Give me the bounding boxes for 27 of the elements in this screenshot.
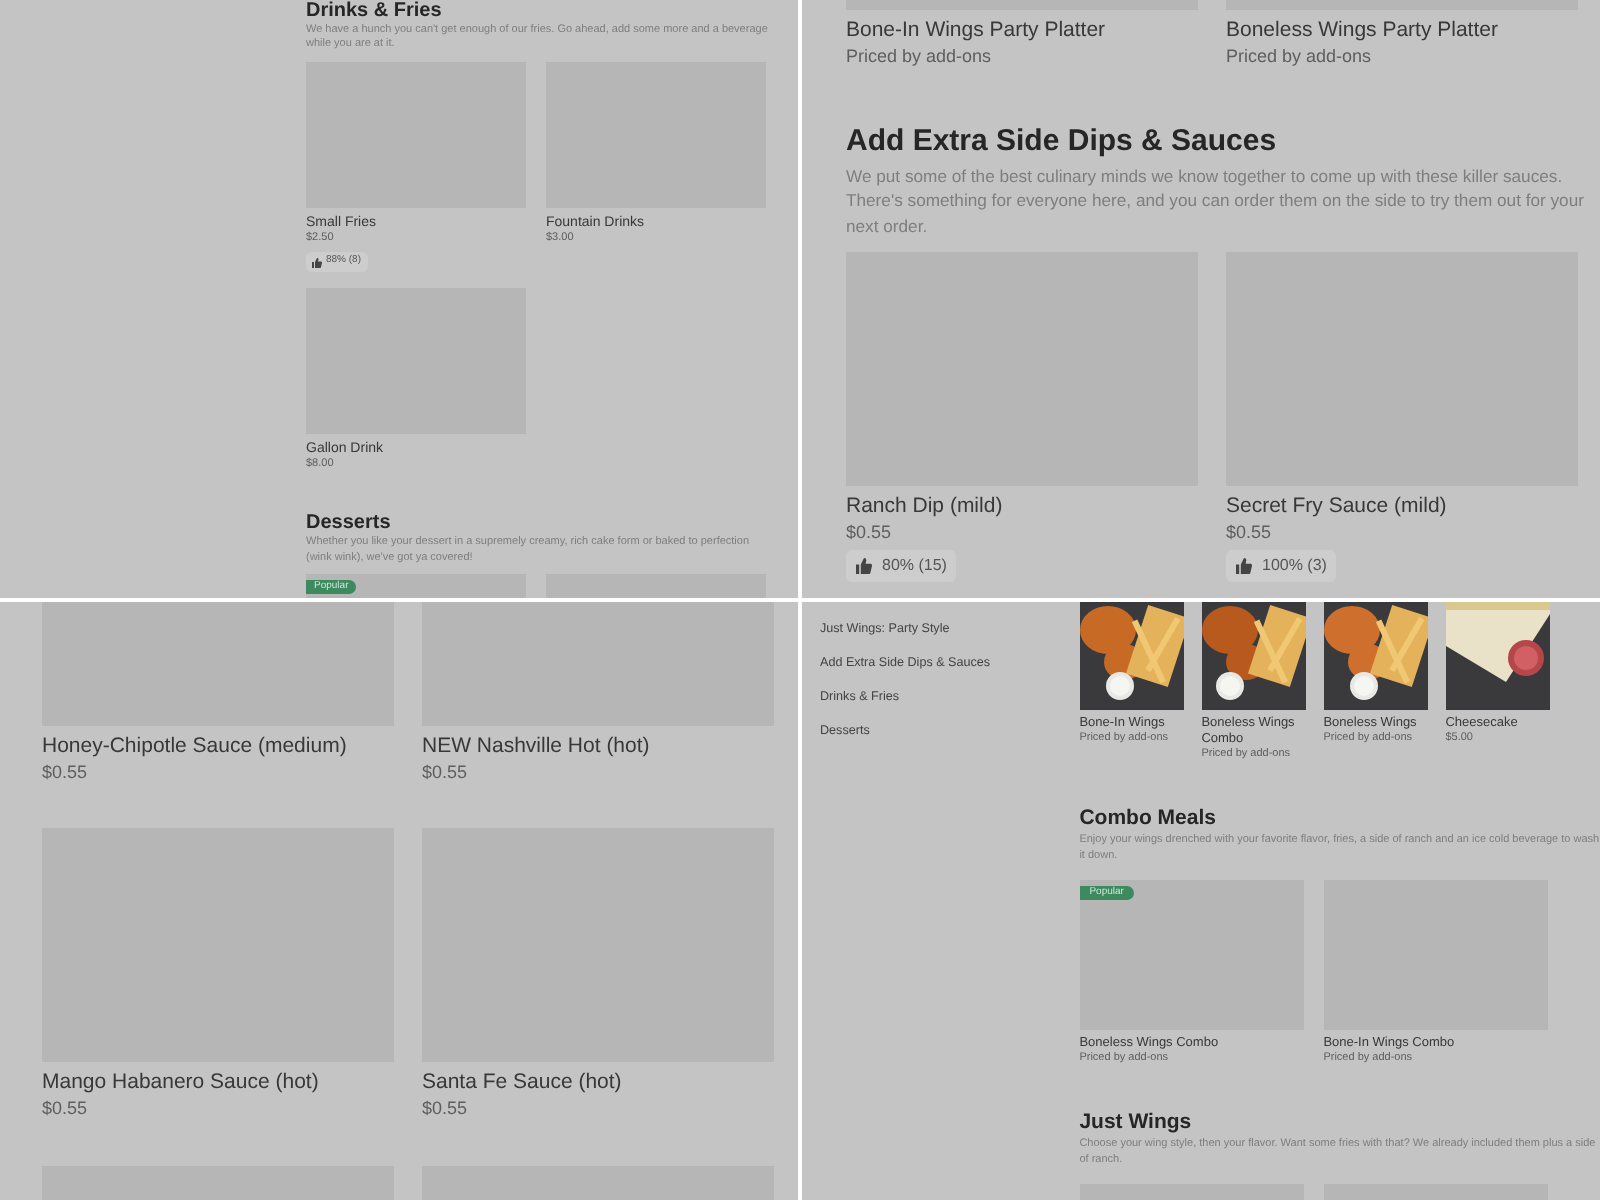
item-price: $0.55 — [422, 761, 470, 785]
section-heading: Drinks & Fries — [306, 0, 444, 23]
item-price: $0.55 — [1226, 521, 1274, 545]
item-price: Priced by add-ons — [1226, 45, 1374, 69]
item-price: $0.55 — [846, 521, 894, 545]
item-price: $0.55 — [42, 1097, 90, 1122]
item-name[interactable]: NEW Nashville Hot (hot) — [422, 734, 774, 760]
item-name[interactable]: Mango Habanero Sauce (hot) — [42, 1070, 394, 1096]
thumbs-up-icon — [856, 558, 872, 575]
thumbs-up-icon — [312, 257, 322, 268]
section-heading: Just Wings — [1079, 1109, 1194, 1134]
item-name[interactable]: Bone-In Wings Party Platter — [846, 18, 1198, 44]
item-name[interactable]: Santa Fe Sauce (hot) — [422, 1070, 774, 1096]
rating-text: 100% (3) — [1262, 554, 1327, 579]
section-description: We put some of the best culinary minds we know together to come up with these killer sauces. There's something for everyone here, and you can order them on the side to try them out for your next order. — [846, 163, 1586, 241]
item-name[interactable]: Honey-Chipotle Sauce (medium) — [42, 734, 394, 760]
item-price: $0.55 — [42, 761, 90, 785]
item-name[interactable]: Secret Fry Sauce (mild) — [1226, 494, 1578, 520]
item-name[interactable]: Ranch Dip (mild) — [846, 494, 1198, 520]
item-name[interactable]: Boneless Wings Party Platter — [1226, 18, 1578, 44]
section-heading: Desserts — [306, 512, 393, 536]
section-heading: Combo Meals — [1079, 805, 1218, 830]
rating-text: 80% (15) — [882, 554, 947, 579]
thumbs-up-icon — [1236, 558, 1252, 575]
section-heading: Add Extra Side Dips & Sauces — [846, 124, 1279, 160]
item-price: Priced by add-ons — [846, 45, 994, 69]
item-price: $0.55 — [422, 1097, 470, 1122]
